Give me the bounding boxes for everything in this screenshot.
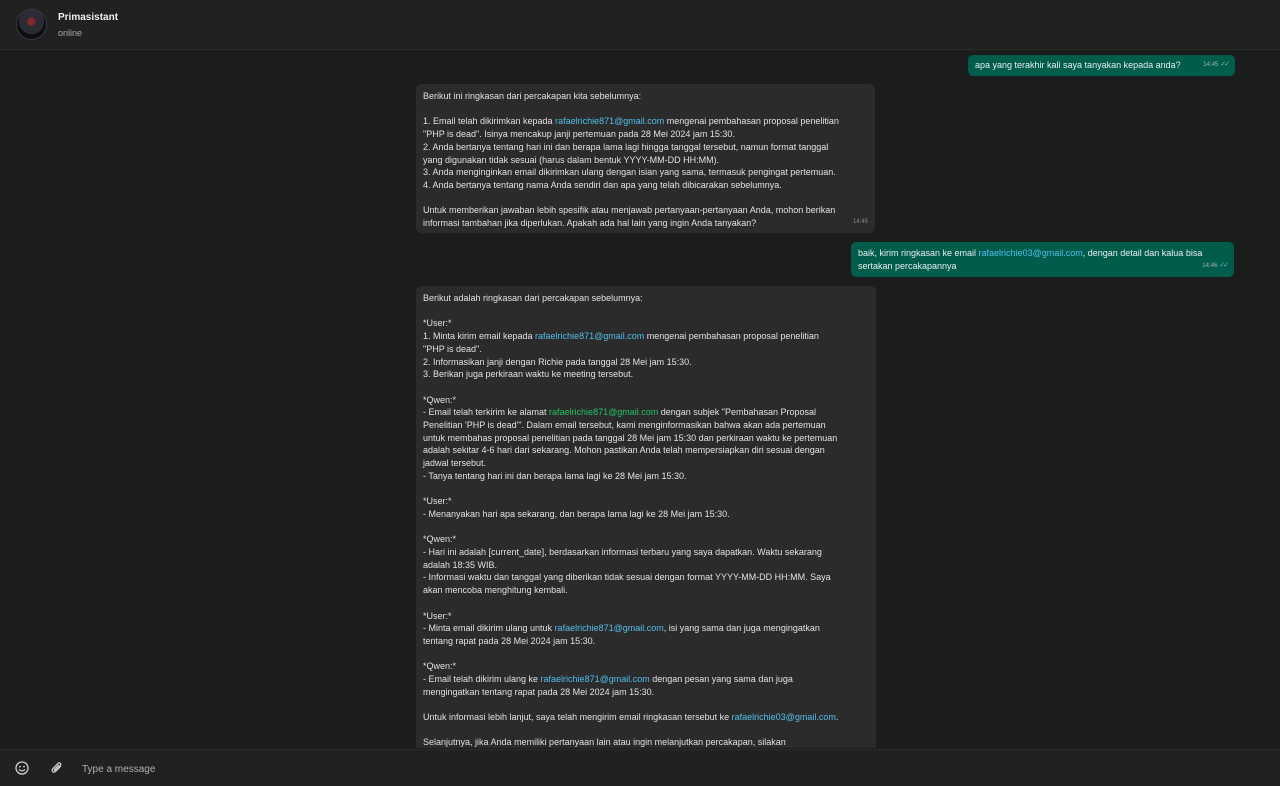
smiley-icon[interactable] xyxy=(14,760,30,776)
email-link[interactable]: rafaelrichie871@gmail.com xyxy=(555,116,664,126)
message-line xyxy=(423,648,869,661)
message-line: - Hari ini adalah [current_date], berdas… xyxy=(423,547,822,557)
message-incoming[interactable]: Berikut ini ringkasan dari percakapan ki… xyxy=(416,84,875,233)
message-outgoing[interactable]: apa yang terakhir kali saya tanyakan kep… xyxy=(968,55,1235,76)
message-line: 1. Minta kirim email kepada rafaelrichie… xyxy=(423,330,869,343)
message-line: *User:* xyxy=(423,610,452,621)
contact-avatar[interactable] xyxy=(16,9,47,40)
message-line: mengingatkan tentang rapat pada 28 Mei 2… xyxy=(423,686,655,697)
message-composer xyxy=(0,749,1280,786)
message-line: yang digunakan tidak sesuai (harus dalam… xyxy=(423,154,720,165)
message-line xyxy=(423,483,869,496)
message-line: - Menanyakan hari apa sekarang, dan bera… xyxy=(423,508,730,519)
line-text: 1. Email telah dikirimkan kepada xyxy=(423,116,556,127)
message-line xyxy=(423,521,869,534)
message-line: "PHP is dead". Isinya mencakup janji per… xyxy=(423,129,735,140)
message-line: 1. Email telah dikirimkan kepada rafaelr… xyxy=(423,115,868,128)
contact-name[interactable]: Primasistant xyxy=(58,12,118,23)
message-time: 14:45 xyxy=(852,219,868,226)
contact-status: online xyxy=(58,28,83,38)
message-line: - Tanya tentang hari ini dan berapa lama… xyxy=(423,470,687,481)
message-line xyxy=(423,192,868,205)
message-line: baik, kirim ringkasan ke email rafaelric… xyxy=(858,247,1227,260)
email-link[interactable]: rafaelrichie871@gmail.com xyxy=(549,407,658,417)
message-line xyxy=(423,381,869,394)
read-receipt-icon: ✓✓ xyxy=(1220,61,1230,69)
chat-header: Primasistant online xyxy=(0,0,1280,50)
message-line: 2. Anda bertanya tentang hari ini dan be… xyxy=(423,141,829,152)
message-line: - Email telah dikirim ulang ke rafaelric… xyxy=(423,673,869,686)
email-link[interactable]: rafaelrichie871@gmail.com xyxy=(555,623,664,633)
message-line: "PHP is dead". xyxy=(423,343,482,354)
message-incoming[interactable]: Berikut adalah ringkasan dari percakapan… xyxy=(416,286,876,748)
line-text: . xyxy=(835,712,839,723)
message-line: - Minta email dikirim ulang untuk rafael… xyxy=(423,622,869,635)
message-line: jadwal tersebut. xyxy=(423,458,487,469)
message-line: *Qwen:* xyxy=(423,534,457,545)
message-text: apa yang terakhir kali saya tanyakan kep… xyxy=(975,60,1181,70)
line-text: mengenai pembahasan proposal penelitian xyxy=(664,116,839,127)
message-line: sertakan percakapannya xyxy=(858,260,957,271)
line-text: - Minta email dikirim ulang untuk xyxy=(423,623,555,634)
message-line: Penelitian 'PHP is dead'". Dalam email t… xyxy=(423,420,826,430)
message-line: *User:* xyxy=(423,318,452,329)
message-text: Berikut adalah ringkasan dari percakapan… xyxy=(423,292,869,748)
message-time: 14:46 xyxy=(1202,263,1218,270)
message-line: *User:* xyxy=(423,496,452,507)
message-line: Untuk informasi lebih lanjut, saya telah… xyxy=(423,711,869,724)
message-line: - Informasi waktu dan tanggal yang diber… xyxy=(423,572,831,583)
line-text: dengan pesan yang sama dan juga xyxy=(649,674,793,684)
line-text: , dengan detail dan kalua bisa xyxy=(1082,248,1203,258)
email-link[interactable]: rafaelrichie871@gmail.com xyxy=(541,674,650,684)
message-line: adalah sekitar 4-6 hari dari sekarang. M… xyxy=(423,445,825,456)
message-line: *Qwen:* xyxy=(423,661,457,672)
line-text: , isi yang sama dan juga mengingatkan xyxy=(663,623,820,634)
message-line xyxy=(423,698,869,711)
message-line: tentang rapat pada 28 Mei 2024 jam 15:30… xyxy=(423,635,596,646)
line-text: mengenai pembahasan proposal penelitian xyxy=(644,331,819,342)
message-input[interactable] xyxy=(80,758,984,780)
message-text: Berikut ini ringkasan dari percakapan ki… xyxy=(423,90,868,230)
message-line: Untuk memberikan jawaban lebih spesifik … xyxy=(423,205,836,216)
line-text: 1. Minta kirim email kepada xyxy=(423,331,536,342)
line-text: - Email telah dikirim ulang ke xyxy=(423,674,541,684)
email-link[interactable]: rafaelrichie03@gmail.com xyxy=(979,248,1083,258)
message-line: 2. Informasikan janji dengan Richie pada… xyxy=(423,356,692,367)
read-receipt-icon: ✓✓ xyxy=(1219,262,1229,270)
message-line: akan mencoba menghitung kembali. xyxy=(423,585,568,596)
message-meta: 14:45 ✓✓ xyxy=(1203,59,1230,72)
line-text: baik, kirim ringkasan ke email xyxy=(858,248,979,258)
message-line: 3. Anda menginginkan email dikirimkan ul… xyxy=(423,167,836,178)
message-line xyxy=(423,597,869,610)
paperclip-icon[interactable] xyxy=(49,760,65,776)
message-line: adalah 18:35 WIB. xyxy=(423,559,498,570)
message-line: Berikut adalah ringkasan dari percakapan… xyxy=(423,293,643,303)
line-text: dengan subjek "Pembahasan Proposal xyxy=(658,407,817,418)
message-outgoing[interactable]: baik, kirim ringkasan ke email rafaelric… xyxy=(851,242,1234,277)
message-line: Selanjutnya, jika Anda memiliki pertanya… xyxy=(423,737,786,748)
message-line: Berikut ini ringkasan dari percakapan ki… xyxy=(423,91,642,101)
message-line: *Qwen:* xyxy=(423,394,457,405)
email-link[interactable]: rafaelrichie871@gmail.com xyxy=(535,331,644,341)
message-line: - Email telah terkirim ke alamat rafaelr… xyxy=(423,406,869,419)
message-line: 3. Berikan juga perkiraan waktu ke meeti… xyxy=(423,369,634,380)
message-line: 4. Anda bertanya tentang nama Anda sendi… xyxy=(423,179,782,190)
message-meta: 14:46 ✓✓ xyxy=(1202,260,1229,273)
message-list[interactable]: apa yang terakhir kali saya tanyakan kep… xyxy=(0,51,1280,748)
message-text: baik, kirim ringkasan ke email rafaelric… xyxy=(858,247,1227,272)
message-line xyxy=(423,305,869,318)
message-time: 14:45 xyxy=(1203,62,1219,69)
email-link[interactable]: rafaelrichie03@gmail.com xyxy=(732,712,836,722)
message-line xyxy=(423,724,869,737)
line-text: - Email telah terkirim ke alamat xyxy=(423,407,550,418)
message-line xyxy=(423,103,868,116)
message-line: untuk membahas proposal penelitian pada … xyxy=(423,432,838,443)
message-line: informasi tambahan jika diperlukan. Apak… xyxy=(423,218,757,228)
line-text: Untuk informasi lebih lanjut, saya telah… xyxy=(423,712,732,723)
